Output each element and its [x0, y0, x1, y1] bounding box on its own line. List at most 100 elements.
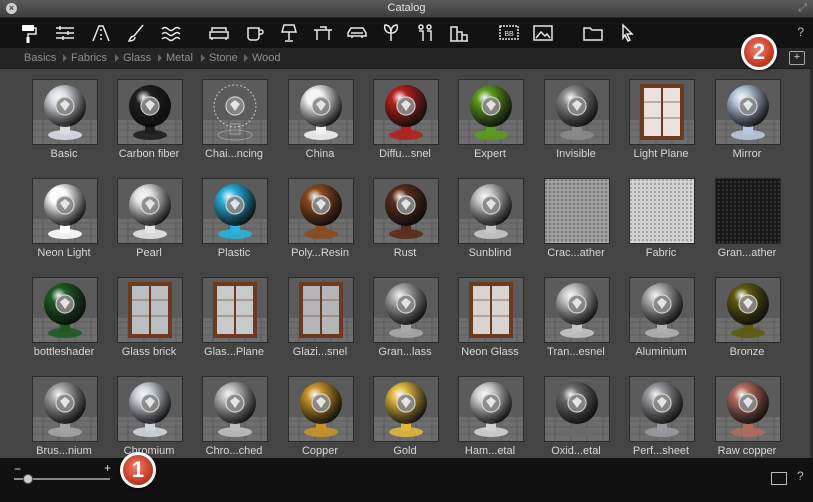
material-thumbnail[interactable] — [544, 277, 610, 343]
material-thumbnail[interactable] — [32, 178, 98, 244]
material-thumbnail[interactable] — [32, 79, 98, 145]
material-thumbnail[interactable] — [373, 376, 439, 442]
sofa-icon[interactable] — [207, 21, 231, 45]
car-icon[interactable] — [345, 21, 369, 45]
material-thumbnail[interactable] — [629, 79, 695, 145]
material-thumbnail[interactable] — [458, 79, 524, 145]
material-item[interactable]: Sunblind — [448, 168, 532, 259]
image-icon[interactable] — [531, 21, 555, 45]
material-item[interactable]: Pearl — [107, 168, 191, 259]
breadcrumb-wood[interactable]: Wood — [252, 52, 281, 64]
material-item[interactable]: Diffu...snel — [363, 69, 447, 160]
material-item[interactable]: Perf...sheet — [619, 366, 703, 457]
material-item[interactable]: Bronze — [705, 267, 789, 358]
material-item[interactable]: Gran...ather — [705, 168, 789, 259]
water-icon[interactable] — [159, 21, 183, 45]
zoom-in-button[interactable]: + — [104, 461, 111, 475]
material-item[interactable]: Poly...Resin — [278, 168, 362, 259]
material-thumbnail[interactable] — [202, 376, 268, 442]
breadcrumb-metal[interactable]: Metal — [166, 52, 193, 64]
material-thumbnail[interactable] — [202, 277, 268, 343]
material-item[interactable]: Glass brick — [107, 267, 191, 358]
material-item[interactable]: Copper — [278, 366, 362, 457]
material-item[interactable]: Oxid...etal — [534, 366, 618, 457]
billboard-icon[interactable]: BB — [497, 21, 521, 45]
table-icon[interactable] — [311, 21, 335, 45]
material-item[interactable]: Neon Glass — [448, 267, 532, 358]
material-thumbnail[interactable] — [544, 79, 610, 145]
material-thumbnail[interactable] — [202, 79, 268, 145]
material-item[interactable]: Tran...esnel — [534, 267, 618, 358]
material-item[interactable]: Glas...Plane — [192, 267, 276, 358]
material-thumbnail[interactable] — [629, 277, 695, 343]
material-item[interactable]: Aluminium — [619, 267, 703, 358]
material-item[interactable]: Gold — [363, 366, 447, 457]
slider-knob[interactable] — [23, 474, 34, 484]
material-thumbnail[interactable] — [117, 178, 183, 244]
material-item[interactable]: Fabric — [619, 168, 703, 259]
layers-icon[interactable] — [53, 21, 77, 45]
add-folder-icon[interactable]: + — [789, 51, 805, 65]
material-thumbnail[interactable] — [117, 277, 183, 343]
material-item[interactable]: Glazi...snel — [278, 267, 362, 358]
material-thumbnail[interactable] — [32, 376, 98, 442]
material-item[interactable]: Gran...lass — [363, 267, 447, 358]
breadcrumb-stone[interactable]: Stone — [209, 52, 238, 64]
buildings-icon[interactable] — [447, 21, 471, 45]
material-item[interactable]: Light Plane — [619, 69, 703, 160]
material-item[interactable]: Chromium — [107, 366, 191, 457]
material-item[interactable]: Invisible — [534, 69, 618, 160]
breadcrumb-glass[interactable]: Glass — [123, 52, 151, 64]
help-button[interactable]: ? — [797, 25, 804, 39]
material-item[interactable]: Chai...ncing — [192, 69, 276, 160]
material-thumbnail[interactable] — [117, 79, 183, 145]
material-thumbnail[interactable] — [544, 376, 610, 442]
material-thumbnail[interactable] — [373, 178, 439, 244]
material-thumbnail[interactable] — [117, 376, 183, 442]
material-thumbnail[interactable] — [629, 178, 695, 244]
zoom-out-button[interactable]: − — [14, 462, 21, 476]
material-thumbnail[interactable] — [458, 178, 524, 244]
material-thumbnail[interactable] — [715, 277, 781, 343]
cursor-icon[interactable] — [615, 21, 639, 45]
material-thumbnail[interactable] — [373, 79, 439, 145]
material-thumbnail[interactable] — [715, 79, 781, 145]
window-layout-icon[interactable] — [771, 472, 787, 485]
plant-icon[interactable] — [379, 21, 403, 45]
material-thumbnail[interactable] — [288, 277, 354, 343]
breadcrumb-fabrics[interactable]: Fabrics — [71, 52, 107, 64]
people-icon[interactable] — [413, 21, 437, 45]
material-thumbnail[interactable] — [288, 376, 354, 442]
material-thumbnail[interactable] — [458, 376, 524, 442]
material-item[interactable]: bottleshader — [22, 267, 106, 358]
material-item[interactable]: Plastic — [192, 168, 276, 259]
material-thumbnail[interactable] — [715, 376, 781, 442]
lamp-icon[interactable] — [277, 21, 301, 45]
material-item[interactable]: China — [278, 69, 362, 160]
material-thumbnail[interactable] — [629, 376, 695, 442]
material-thumbnail[interactable] — [202, 178, 268, 244]
breadcrumb-basics[interactable]: Basics — [24, 52, 56, 64]
material-item[interactable]: Chro...ched — [192, 366, 276, 457]
material-thumbnail[interactable] — [544, 178, 610, 244]
folder-icon[interactable] — [581, 21, 605, 45]
material-item[interactable]: Neon Light — [22, 168, 106, 259]
material-thumbnail[interactable] — [288, 79, 354, 145]
material-thumbnail[interactable] — [373, 277, 439, 343]
material-item[interactable]: Raw copper — [705, 366, 789, 457]
bottom-help-button[interactable]: ? — [797, 469, 804, 483]
brush-icon[interactable] — [125, 21, 149, 45]
material-item[interactable]: Rust — [363, 168, 447, 259]
cup-icon[interactable] — [243, 21, 267, 45]
road-icon[interactable] — [89, 21, 113, 45]
material-thumbnail[interactable] — [715, 178, 781, 244]
material-item[interactable]: Ham...etal — [448, 366, 532, 457]
material-item[interactable]: Crac...ather — [534, 168, 618, 259]
paint-roller-icon[interactable] — [17, 21, 41, 45]
material-thumbnail[interactable] — [288, 178, 354, 244]
material-item[interactable]: Expert — [448, 69, 532, 160]
material-item[interactable]: Mirror — [705, 69, 789, 160]
material-item[interactable]: Brus...nium — [22, 366, 106, 457]
resize-icon[interactable]: ⤢ — [798, 2, 807, 15]
material-thumbnail[interactable] — [32, 277, 98, 343]
